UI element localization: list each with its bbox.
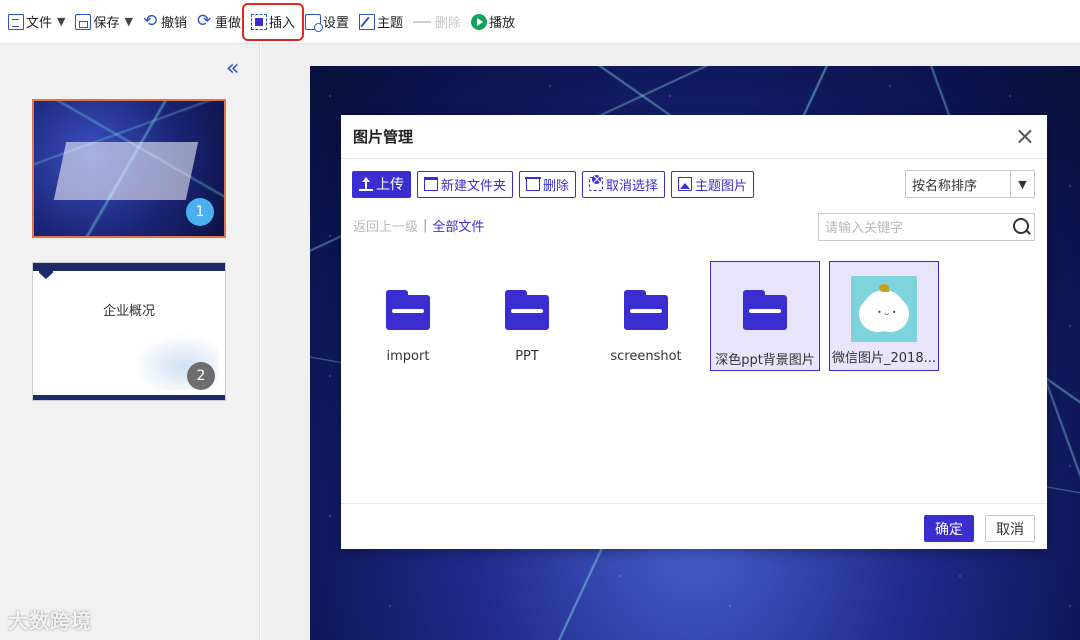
folder-icon xyxy=(743,290,787,330)
slide-number-badge: 2 xyxy=(187,362,215,390)
image-manager-dialog: 图片管理 × 上传 新建文件夹 删除 取消选择 主题图片 按名称排序 ▼ 返回上… xyxy=(341,115,1047,549)
cancel-selection-button[interactable]: 取消选择 xyxy=(582,170,666,198)
play-icon xyxy=(471,13,488,30)
theme-button[interactable]: 主题 xyxy=(355,8,407,36)
folder-item[interactable]: import xyxy=(353,261,463,371)
undo-label: 撤销 xyxy=(160,16,187,31)
slide-number-badge: 1 xyxy=(186,198,214,226)
new-folder-icon xyxy=(424,177,438,191)
file-menu-button[interactable]: 文件 ▼ xyxy=(4,8,69,36)
delete-files-label: 删除 xyxy=(543,178,570,194)
search-input[interactable] xyxy=(819,214,1008,240)
cancel-selection-label: 取消选择 xyxy=(606,178,659,194)
image-thumbnail: • ᴗ • xyxy=(851,276,917,342)
cancel-button[interactable]: 取消 xyxy=(985,515,1035,542)
save-icon xyxy=(75,13,92,30)
settings-label: 设置 xyxy=(323,16,350,31)
settings-button[interactable]: 设置 xyxy=(301,8,353,36)
theme-label: 主题 xyxy=(377,16,404,31)
top-toolbar: 文件 ▼ 保存 ▼ 撤销 重做 插入 设置 主题 删除 播放 xyxy=(0,0,1080,44)
folder-icon xyxy=(624,290,668,330)
slide-title: 企业概况 xyxy=(102,304,155,319)
file-name: import xyxy=(386,349,430,364)
settings-icon xyxy=(305,13,324,32)
slide-header-bar xyxy=(33,263,225,271)
folder-item[interactable]: screenshot xyxy=(591,261,701,371)
chevron-down-icon: ▼ xyxy=(1010,171,1034,197)
theme-images-label: 主题图片 xyxy=(695,178,748,194)
image-item-selected[interactable]: • ᴗ • 微信图片_2018... xyxy=(829,261,939,371)
redo-label: 重做 xyxy=(214,16,241,31)
back-link[interactable]: 返回上一级 xyxy=(353,216,418,235)
redo-button[interactable]: 重做 xyxy=(193,8,245,36)
watermark-logo: 大数跨境 xyxy=(8,609,92,633)
redo-icon xyxy=(197,11,213,31)
upload-icon xyxy=(359,177,373,191)
search-icon[interactable] xyxy=(1008,214,1034,240)
file-name: 深色ppt背景图片 xyxy=(715,353,815,368)
upload-label: 上传 xyxy=(376,177,404,193)
slide-footer-bar xyxy=(33,395,225,400)
cancel-selection-icon xyxy=(589,175,604,191)
delete-label: 删除 xyxy=(435,16,462,31)
sort-value: 按名称排序 xyxy=(912,178,978,194)
theme-icon xyxy=(359,13,376,30)
close-icon[interactable]: × xyxy=(1015,123,1035,149)
file-name: 微信图片_2018... xyxy=(832,351,936,366)
file-icon xyxy=(8,13,24,30)
play-button[interactable]: 播放 xyxy=(467,8,519,36)
insert-image-icon xyxy=(251,13,267,30)
chevron-down-icon: ▼ xyxy=(124,15,133,28)
dialog-title: 图片管理 xyxy=(353,128,414,146)
search-box xyxy=(818,213,1035,241)
folder-icon xyxy=(505,290,549,330)
slide-tag-icon xyxy=(39,263,53,279)
file-name: PPT xyxy=(515,349,539,364)
undo-icon xyxy=(143,11,159,31)
play-label: 播放 xyxy=(489,16,516,31)
dialog-footer: 确定 取消 xyxy=(341,503,1047,549)
insert-button[interactable]: 插入 xyxy=(241,2,305,41)
new-folder-label: 新建文件夹 xyxy=(441,178,507,194)
chevron-down-icon: ▼ xyxy=(57,15,66,28)
upload-button[interactable]: 上传 xyxy=(352,170,411,198)
save-label: 保存 xyxy=(93,16,120,31)
theme-images-button[interactable]: 主题图片 xyxy=(671,170,755,198)
all-files-link[interactable]: 全部文件 xyxy=(432,216,484,235)
minus-icon xyxy=(413,14,433,30)
folder-item-selected[interactable]: 深色ppt背景图片 xyxy=(710,261,820,371)
dialog-toolbar: 上传 新建文件夹 删除 取消选择 主题图片 按名称排序 ▼ xyxy=(352,170,1035,198)
slide-title-placeholder xyxy=(53,142,199,200)
collapse-double-chevron-icon[interactable]: « xyxy=(226,56,239,81)
file-name: screenshot xyxy=(610,349,682,364)
slide-thumbnail-panel: « 1 企业概况 2 大数跨境 xyxy=(0,44,260,640)
trash-icon xyxy=(525,177,542,191)
file-label: 文件 xyxy=(26,16,53,31)
delete-files-button[interactable]: 删除 xyxy=(519,170,577,198)
breadcrumb-separator: | xyxy=(423,218,428,233)
slide-thumbnail-1[interactable]: 1 xyxy=(32,99,226,238)
slide-thumbnail-2[interactable]: 企业概况 2 xyxy=(32,262,226,401)
insert-label: 插入 xyxy=(269,16,296,31)
folder-item[interactable]: PPT xyxy=(472,261,582,371)
breadcrumb: 返回上一级 | 全部文件 xyxy=(353,216,484,235)
delete-button[interactable]: 删除 xyxy=(409,8,465,36)
confirm-button[interactable]: 确定 xyxy=(924,515,974,542)
save-button[interactable]: 保存 ▼ xyxy=(71,8,136,36)
image-icon xyxy=(678,177,693,191)
folder-icon xyxy=(386,290,430,330)
undo-button[interactable]: 撤销 xyxy=(139,8,191,36)
file-grid: import PPT screenshot 深色ppt背景图片 • ᴗ • 微信… xyxy=(353,261,948,371)
sort-dropdown[interactable]: 按名称排序 ▼ xyxy=(905,170,1035,198)
new-folder-button[interactable]: 新建文件夹 xyxy=(417,170,514,198)
dialog-header: 图片管理 × xyxy=(341,115,1047,159)
